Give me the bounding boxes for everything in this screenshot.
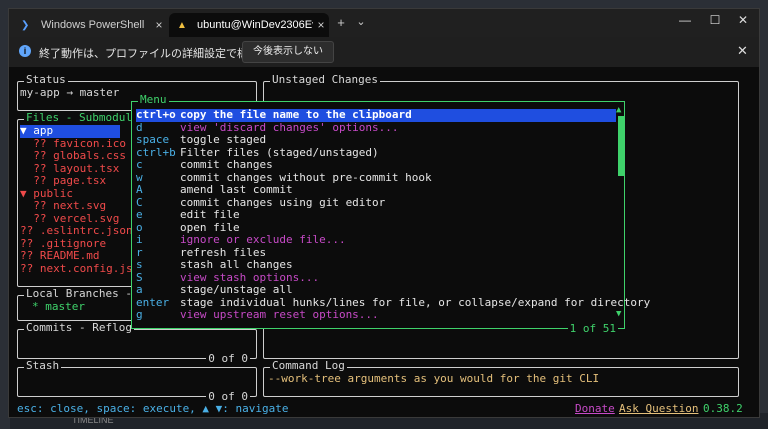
tab-bar: ❯ Windows PowerShell × ▲ ubuntu@WinDev23… [9, 9, 759, 37]
info-bar: i 終了動作は、プロファイルの詳細設定で構成できます。 今後表示しない ✕ [9, 37, 759, 67]
file-item[interactable]: ▼ app [20, 124, 120, 138]
menu-item-key: c [136, 158, 143, 171]
close-tab-icon[interactable]: × [313, 18, 329, 32]
menu-item[interactable]: s stash all changes [136, 258, 616, 272]
powershell-icon: ❯ [21, 19, 30, 31]
tab-powershell[interactable]: ❯ Windows PowerShell × [13, 13, 167, 37]
menu-item[interactable]: space toggle staged [136, 133, 616, 147]
keybinding-menu[interactable]: Menu ctrl+o copy the file name to the cli… [131, 93, 650, 335]
menu-footer: 1 of 51 [567, 321, 618, 335]
linux-icon: ▲ [177, 19, 187, 31]
file-item[interactable]: ?? next.svg [20, 199, 106, 213]
ask-question-link[interactable]: Ask Question [619, 402, 698, 416]
menu-item-key: a [136, 283, 143, 296]
menu-item-key: s [136, 258, 143, 271]
version-label: 0.38.2 [703, 402, 743, 415]
menu-item[interactable]: ctrl+o copy the file name to the clipboar… [136, 108, 616, 122]
command-log-content: --work-tree arguments as you would for t… [268, 372, 600, 385]
menu-item[interactable]: Aamend last commit [136, 183, 616, 197]
menu-item-key: g [136, 308, 143, 321]
tab-label: ubuntu@WinDev2306Eval: ~/ [197, 19, 313, 31]
unstaged-title: Unstaged Changes [270, 73, 380, 87]
close-tab-icon[interactable]: × [151, 18, 167, 32]
file-item[interactable]: ?? page.tsx [20, 174, 106, 188]
tab-label: Windows PowerShell [41, 19, 145, 31]
menu-item-description: copy the file name to the clipboard [180, 108, 412, 121]
menu-item-description: edit file [180, 208, 240, 221]
command-log-panel[interactable]: Command Log --work-tree arguments as you… [263, 359, 739, 397]
infobar-close-button[interactable]: ✕ [737, 43, 748, 59]
commits-footer: 0 of 0 [206, 351, 250, 365]
menu-item-description: amend last commit [180, 183, 293, 196]
file-item[interactable]: ?? globals.css [20, 149, 126, 163]
keybinding-hint: esc: close, space: execute, ▲ ▼: navigat… [17, 402, 289, 415]
new-tab-button[interactable]: + [331, 15, 351, 30]
commits-title: Commits - Reflog [24, 321, 134, 335]
menu-item-key: space [136, 133, 170, 146]
menu-item-description: view upstream reset options... [180, 308, 379, 321]
menu-item-key: A [136, 183, 143, 196]
menu-item-description: commit changes [180, 158, 273, 171]
menu-item-key: e [136, 208, 143, 221]
menu-item[interactable]: e edit file [136, 208, 616, 222]
local-branches-title: Local Branches - [24, 287, 134, 301]
donate-link[interactable]: Donate [575, 402, 615, 416]
menu-item[interactable]: g view upstream reset options... [136, 308, 616, 322]
command-log-title: Command Log [270, 359, 347, 373]
menu-item[interactable]: i ignore or exclude file... [136, 233, 616, 247]
menu-item-description: stage/unstage all [180, 283, 293, 296]
minimize-button[interactable]: — [671, 13, 699, 27]
status-title: Status [24, 73, 68, 87]
tab-dropdown-button[interactable]: ⌄ [351, 15, 371, 28]
menu-item-description: toggle staged [180, 133, 267, 146]
menu-item[interactable]: c commit changes [136, 158, 616, 172]
file-item[interactable]: ?? README.md [20, 249, 99, 263]
terminal-window: ❯ Windows PowerShell × ▲ ubuntu@WinDev23… [8, 8, 760, 418]
status-content: my-app → master [20, 86, 120, 99]
menu-scrollbar[interactable] [618, 116, 624, 176]
commits-panel[interactable]: Commits - Reflog 0 of 0 [17, 321, 257, 365]
menu-item[interactable]: a stage/unstage all [136, 283, 616, 297]
terminal-content[interactable]: Status my-app → master Files - Submodule… [9, 67, 759, 417]
tab-ubuntu[interactable]: ▲ ubuntu@WinDev2306Eval: ~/ × [169, 13, 329, 37]
file-item[interactable]: ?? next.config.js [20, 262, 133, 276]
info-icon: i [19, 45, 31, 57]
close-window-button[interactable]: ✕ [729, 13, 757, 27]
dont-show-again-button[interactable]: 今後表示しない [242, 41, 334, 63]
stash-title: Stash [24, 359, 62, 373]
menu-item-description: stash all changes [180, 258, 293, 271]
menu-title: Menu [138, 93, 169, 107]
branch-item[interactable]: * master [32, 300, 85, 314]
file-item[interactable]: ?? .eslintrc.json [20, 224, 133, 238]
menu-item-key: ctrl+o [136, 108, 176, 121]
menu-item-description: ignore or exclude file... [180, 233, 346, 246]
scroll-down-icon[interactable]: ▼ [616, 308, 621, 321]
files-title: Files - Submodule [24, 111, 141, 125]
menu-item-key: i [136, 233, 143, 246]
maximize-button[interactable]: ☐ [701, 13, 729, 27]
scroll-up-icon[interactable]: ▲ [616, 104, 621, 117]
stash-panel[interactable]: Stash 0 of 0 [17, 359, 257, 403]
